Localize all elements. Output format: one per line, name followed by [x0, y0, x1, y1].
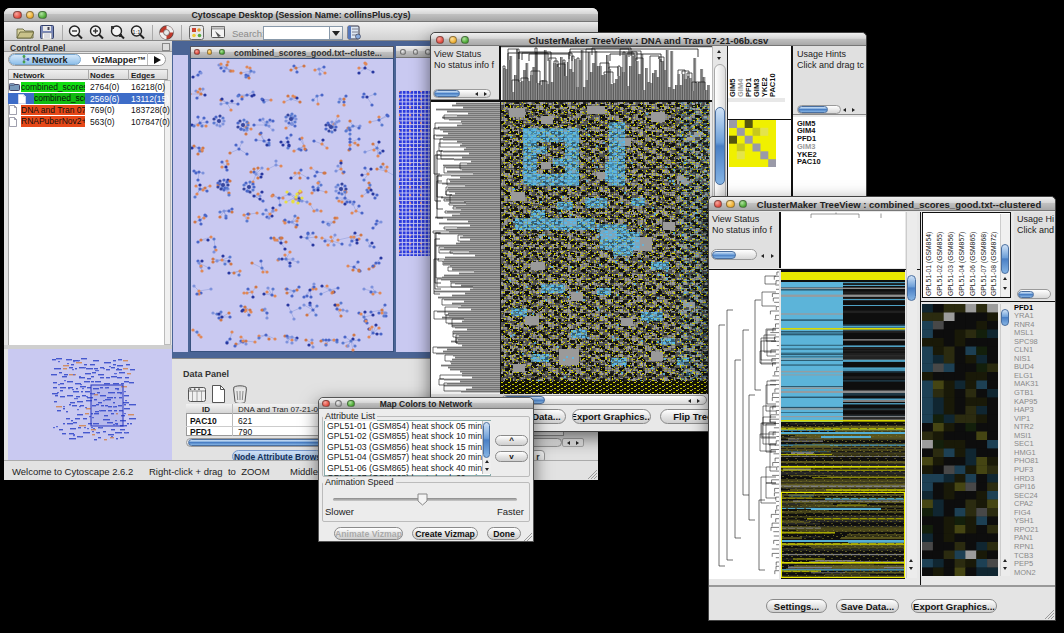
svg-text:1:1: 1:1	[132, 29, 141, 35]
